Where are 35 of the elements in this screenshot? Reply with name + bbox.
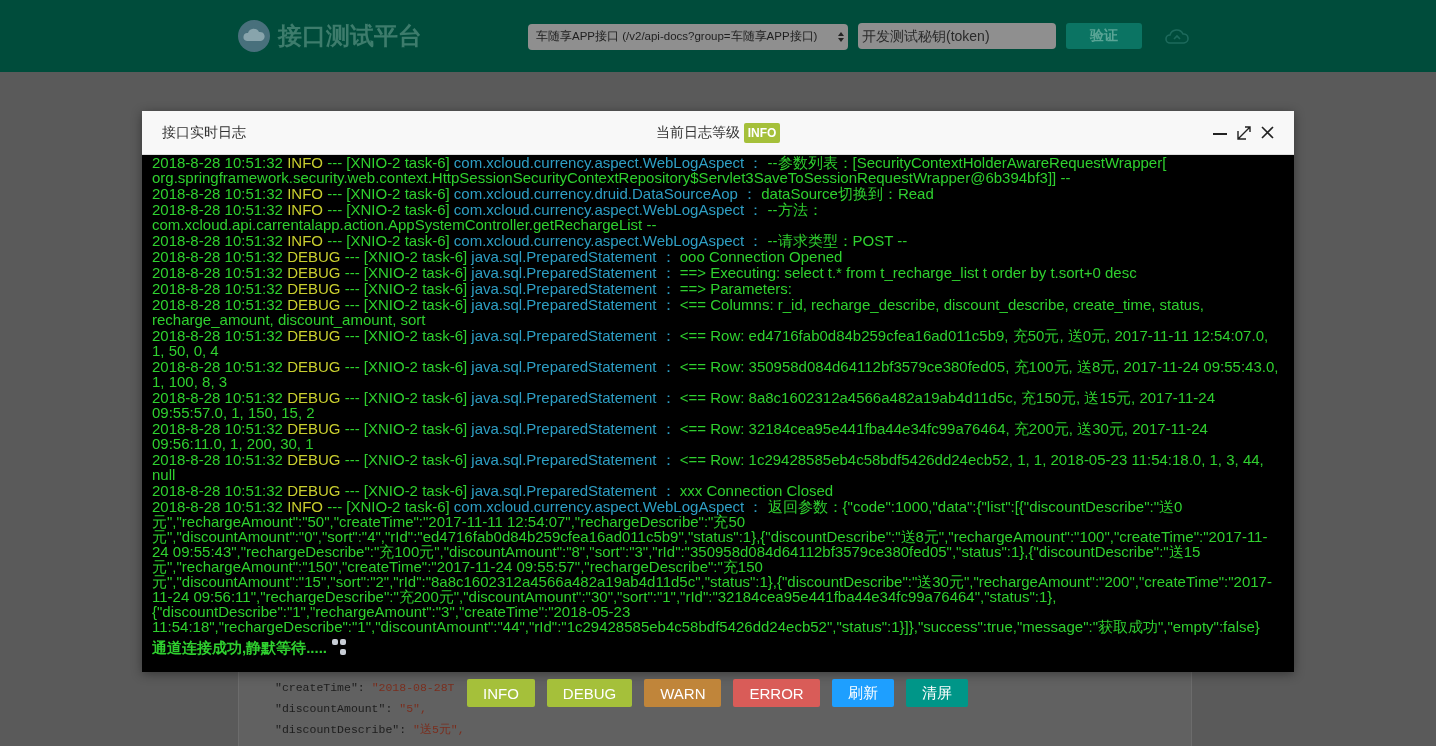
log-entry: 2018-8-28 10:51:32 DEBUG --- [XNIO-2 task-6] java.sql.PreparedStatement ： <== Columns: r_id, recharge_describe, discount_describe, create_time, status, recharge_amount, discount_amount, sort [152,297,1205,327]
log-entry: 2018-8-28 10:51:32 INFO --- [XNIO-2 task-6] com.xcloud.currency.aspect.WebLogAspect ： --方法： com.xcloud.api.carrentalapp.action.AppSystemController.getRechargeList -- [152,202,824,232]
dialog-title: 接口实时日志 [162,123,247,142]
loading-icon [331,638,347,656]
caret-icon [838,31,844,42]
api-select[interactable]: 车随享APP接口 (/v2/api-docs?group=车随享APP接口) [528,23,848,50]
verify-button[interactable]: 验证 [1066,23,1142,49]
log-entry: 2018-8-28 10:51:32 DEBUG --- [XNIO-2 task-6] java.sql.PreparedStatement ： xxx Connection Closed [152,483,835,498]
code-line: "discountDescribe": "送5元", [275,722,465,738]
app-title: 接口测试平台 [278,21,422,51]
log-entry: 2018-8-28 10:51:32 DEBUG --- [XNIO-2 task-6] java.sql.PreparedStatement ： ==> Executing: select t.* from t_recharge_list t order by t.sort+0 desc [152,265,1138,280]
close-icon[interactable] [1261,126,1274,139]
cloud-logo-icon [238,20,270,52]
log-level-button[interactable]: DEBUG [546,679,633,707]
log-entry: 2018-8-28 10:51:32 DEBUG --- [XNIO-2 task-6] java.sql.PreparedStatement ： <== Row: 8a8c1602312a4566a482a19ab4d11d5c, 充150元, 送15元, 2017-11-24 09:55:57.0, 1, 150, 15, 2 [152,390,1217,420]
code-line: "discountAmount": "5", [275,701,427,717]
log-level-button[interactable]: INFO [467,679,535,707]
maximize-icon[interactable] [1237,125,1251,140]
token-field[interactable]: 开发测试秘钥(token) [858,23,1056,49]
log-entry: 2018-8-28 10:51:32 DEBUG --- [XNIO-2 task-6] java.sql.PreparedStatement ： ==> Parameters: [152,281,793,296]
log-level-button[interactable]: 刷新 [831,679,894,707]
log-level-label: 当前日志等级 [655,123,740,142]
log-level-button[interactable]: WARN [644,679,722,707]
log-entry: 2018-8-28 10:51:32 INFO --- [XNIO-2 task-6] com.xcloud.currency.druid.DataSourceAop ： dataSource切换到：Read [152,186,934,201]
log-level-badge: INFO [743,122,781,143]
log-entry: 2018-8-28 10:51:32 INFO --- [XNIO-2 task-6] com.xcloud.currency.aspect.WebLogAspect ： --请求类型：POST -- [152,233,909,248]
log-entry: 2018-8-28 10:51:32 INFO --- [XNIO-2 task-6] com.xcloud.currency.aspect.WebLogAspect ： 返回参数：{"code":1000,"data":{"list":[{"discountDescribe":"送0元","rechargeAmount":"50","createTime":"2017-11-11 12:54:07","rechargeDescribe":"充50元","discountAmount":"0","sort":"4","rId":"ed4716fab0d84b259cfea16ad011c5b9","status":1},{"discountDescribe":"送8元","rechargeAmount":"100","createTime":"2017-11-24 09:55:43","rechargeDescribe":"充100元","discountAmount":"8","sort":"3","rId":"350958d084d64112bf3579ce380fed05","status":1},{"discountDescribe":"送15元","rechargeAmount":"150","createTime":"2017-11-24 09:55:57","rechargeDescribe":"充150元","discountAmount":"15","sort":"2","rId":"8a8c1602312a4566a482a19ab4d11d5c","status":1},{"discountDescribe":"送30元","rechargeAmount":"200","createTime":"2017-11-24 09:56:11","rechargeDescribe":"充200元","discountAmount":"30","sort":"1","rId":"32184cea95e441fba44e34fc99a76464","status":1},{"discountDescribe":"1","rechargeAmount":"3","createTime":"2018-05-23 11:54:18","rechargeDescribe":"1","discountAmount":"44","rId":"1c29428585eb4c58bdf5426dd24ecb52","status":1}]},"success":true,"message":"获取成功","empty":false} [152,499,1273,634]
log-entry: 2018-8-28 10:51:32 DEBUG --- [XNIO-2 task-6] java.sql.PreparedStatement ： <== Row: ed4716fab0d84b259cfea16ad011c5b9, 充50元, 送0元, 2017-11-11 12:54:07.0, 1, 50, 0, 4 [152,328,1270,358]
log-level-button[interactable]: 清屏 [905,679,968,707]
code-line: "createTime": "2018-08-28T [275,680,455,696]
log-entry: 2018-8-28 10:51:32 DEBUG --- [XNIO-2 task-6] java.sql.PreparedStatement ： <== Row: 350958d084d64112bf3579ce380fed05, 充100元, 送8元, 2017-11-24 09:55:43.0, 1, 100, 8, 3 [152,359,1280,389]
log-entry: 2018-8-28 10:51:32 DEBUG --- [XNIO-2 task-6] java.sql.PreparedStatement ： ooo Connection Opened [152,249,844,264]
log-level-button[interactable]: ERROR [733,679,820,707]
log-entry: 2018-8-28 10:51:32 DEBUG --- [XNIO-2 task-6] java.sql.PreparedStatement ： <== Row: 32184cea95e441fba44e34fc99a76464, 充200元, 送30元, 2017-11-24 09:56:11.0, 1, 200, 30, 1 [152,421,1209,451]
status-text: 通道连接成功,静默等待..... [152,639,327,655]
